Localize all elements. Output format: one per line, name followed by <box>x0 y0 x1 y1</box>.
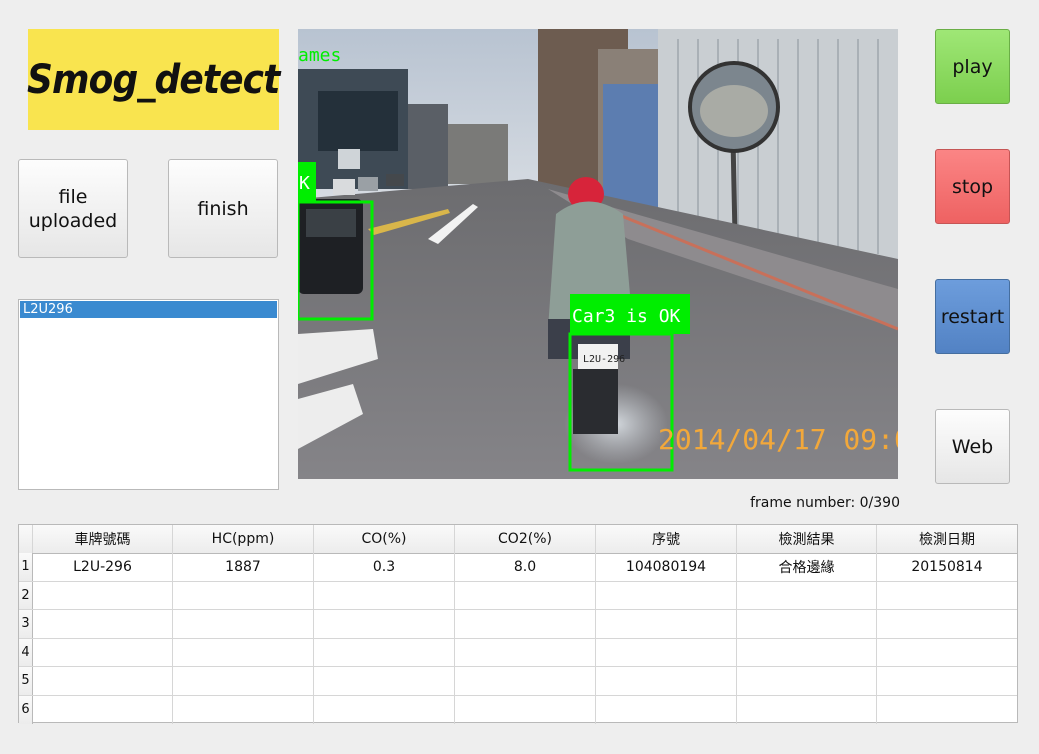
table-cell[interactable] <box>596 638 737 666</box>
table-cell[interactable] <box>314 638 455 666</box>
table-cell[interactable] <box>173 667 314 695</box>
table-row[interactable]: 1 L2U-296 1887 0.3 8.0 104080194 合格邊緣 20… <box>19 553 1017 582</box>
table-cell[interactable] <box>455 581 596 609</box>
row-number: 5 <box>19 667 33 695</box>
video-scene: L2U-296 K Car3 is OK ames 2014/04/17 09:… <box>298 29 898 479</box>
column-header-date[interactable]: 檢測日期 <box>877 525 1017 553</box>
table-cell[interactable] <box>455 610 596 638</box>
table-cell[interactable] <box>33 638 173 666</box>
table-cell[interactable] <box>173 581 314 609</box>
table-cell[interactable] <box>737 667 877 695</box>
app-logo-text: Smog_detect <box>27 56 280 103</box>
table-cell[interactable] <box>737 581 877 609</box>
detection-label-left: K <box>299 173 310 194</box>
table-cell[interactable] <box>33 667 173 695</box>
table-row[interactable]: 3 <box>19 610 1017 639</box>
table-cell[interactable] <box>737 610 877 638</box>
table-cell[interactable]: 合格邊緣 <box>737 553 877 581</box>
column-header-co2[interactable]: CO2(%) <box>455 525 596 553</box>
table-cell[interactable] <box>877 610 1017 638</box>
row-number: 6 <box>19 695 33 724</box>
row-number: 4 <box>19 638 33 666</box>
table-cell[interactable] <box>455 695 596 724</box>
column-header-co[interactable]: CO(%) <box>314 525 455 553</box>
table-cell[interactable] <box>314 695 455 724</box>
file-list[interactable]: L2U296 <box>18 299 279 490</box>
table-row[interactable]: 2 <box>19 581 1017 610</box>
app-logo: Smog_detect <box>27 29 281 130</box>
video-timestamp: 2014/04/17 09:0 <box>658 423 898 456</box>
table-cell[interactable] <box>877 667 1017 695</box>
table-cell[interactable] <box>596 581 737 609</box>
table-cell[interactable] <box>737 695 877 724</box>
detection-label-main: Car3 is OK <box>572 306 681 327</box>
table-cell[interactable] <box>596 610 737 638</box>
file-list-item-selected[interactable]: L2U296 <box>20 301 277 318</box>
table-cell[interactable]: L2U-296 <box>33 553 173 581</box>
table-cell[interactable] <box>877 582 1017 610</box>
table-cell[interactable] <box>314 667 455 695</box>
table-cell[interactable] <box>33 610 173 638</box>
table-cell[interactable] <box>173 610 314 638</box>
table-cell[interactable] <box>173 695 314 724</box>
restart-button[interactable]: restart <box>935 279 1010 354</box>
column-header-hc[interactable]: HC(ppm) <box>173 525 314 553</box>
table-cell[interactable] <box>314 610 455 638</box>
finish-button[interactable]: finish <box>168 159 278 258</box>
table-cell[interactable] <box>314 581 455 609</box>
table-cell[interactable] <box>33 695 173 724</box>
table-row[interactable]: 6 <box>19 695 1017 725</box>
table-cell[interactable] <box>877 639 1017 667</box>
table-cell[interactable] <box>596 667 737 695</box>
table-cell[interactable] <box>455 638 596 666</box>
license-plate-text: L2U-296 <box>583 354 625 365</box>
table-row[interactable]: 4 <box>19 638 1017 667</box>
row-number: 1 <box>19 553 33 581</box>
table-corner <box>19 525 33 553</box>
table-cell[interactable] <box>455 667 596 695</box>
table-cell[interactable]: 8.0 <box>455 553 596 581</box>
column-header-plate[interactable]: 車牌號碼 <box>33 525 173 553</box>
table-cell[interactable] <box>33 581 173 609</box>
table-cell[interactable] <box>877 696 1017 725</box>
column-header-result[interactable]: 檢測結果 <box>737 525 877 553</box>
table-cell[interactable]: 104080194 <box>596 553 737 581</box>
stop-button[interactable]: stop <box>935 149 1010 224</box>
play-button[interactable]: play <box>935 29 1010 104</box>
table-row[interactable]: 5 <box>19 667 1017 696</box>
frames-overlay-text: ames <box>298 45 341 66</box>
results-table[interactable]: 車牌號碼 HC(ppm) CO(%) CO2(%) 序號 檢測結果 檢測日期 1… <box>18 524 1018 725</box>
file-uploaded-button[interactable]: file uploaded <box>18 159 128 258</box>
row-number: 2 <box>19 581 33 609</box>
table-cell[interactable] <box>173 638 314 666</box>
video-frame: L2U-296 K Car3 is OK ames 2014/04/17 09:… <box>298 29 898 479</box>
table-cell[interactable]: 0.3 <box>314 553 455 581</box>
web-button[interactable]: Web <box>935 409 1010 484</box>
table-header: 車牌號碼 HC(ppm) CO(%) CO2(%) 序號 檢測結果 檢測日期 <box>19 525 1017 554</box>
table-cell[interactable]: 1887 <box>173 553 314 581</box>
column-header-serial[interactable]: 序號 <box>596 525 737 553</box>
frame-number-label: frame number: 0/390 <box>750 495 900 511</box>
row-number: 3 <box>19 610 33 638</box>
table-cell[interactable]: 20150814 <box>877 553 1017 581</box>
table-cell[interactable] <box>737 638 877 666</box>
table-cell[interactable] <box>596 695 737 724</box>
